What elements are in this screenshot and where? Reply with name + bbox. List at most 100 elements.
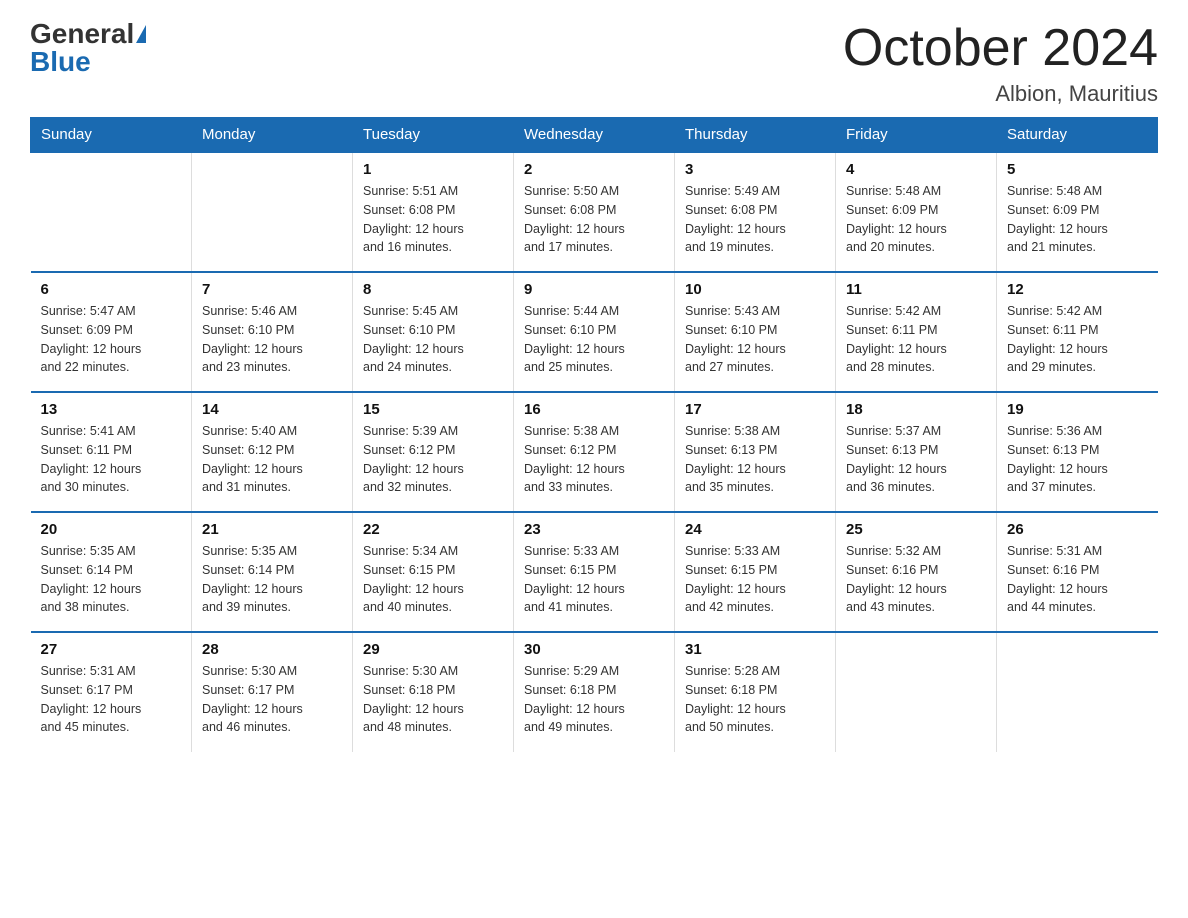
day-info: Sunrise: 5:38 AM Sunset: 6:13 PM Dayligh… [685, 422, 825, 497]
day-info: Sunrise: 5:42 AM Sunset: 6:11 PM Dayligh… [1007, 302, 1148, 377]
day-header-thursday: Thursday [675, 118, 836, 153]
day-info: Sunrise: 5:32 AM Sunset: 6:16 PM Dayligh… [846, 542, 986, 617]
logo-blue: Blue [30, 46, 91, 77]
day-number: 16 [524, 401, 664, 418]
day-info: Sunrise: 5:30 AM Sunset: 6:18 PM Dayligh… [363, 662, 503, 737]
day-info: Sunrise: 5:37 AM Sunset: 6:13 PM Dayligh… [846, 422, 986, 497]
day-cell: 22Sunrise: 5:34 AM Sunset: 6:15 PM Dayli… [353, 512, 514, 632]
day-info: Sunrise: 5:35 AM Sunset: 6:14 PM Dayligh… [202, 542, 342, 617]
day-cell: 15 Sunrise: 5:39 AM Sunset: 6:12 PM Dayli… [353, 392, 514, 512]
calendar-table: SundayMondayTuesdayWednesdayThursdayFrid… [30, 117, 1158, 752]
day-info: Sunrise: 5:51 AM Sunset: 6:08 PM Dayligh… [363, 182, 503, 257]
day-number: 21 [202, 521, 342, 538]
day-number: 8 [363, 281, 503, 298]
day-cell: 3Sunrise: 5:49 AM Sunset: 6:08 PM Daylig… [675, 152, 836, 272]
day-info: Sunrise: 5:43 AM Sunset: 6:10 PM Dayligh… [685, 302, 825, 377]
day-info: Sunrise: 5:35 AM Sunset: 6:14 PM Dayligh… [41, 542, 182, 617]
day-cell: 23 Sunrise: 5:33 AM Sunset: 6:15 PM Dayli… [514, 512, 675, 632]
day-info: Sunrise: 5:34 AM Sunset: 6:15 PM Dayligh… [363, 542, 503, 617]
day-cell: 1 Sunrise: 5:51 AM Sunset: 6:08 PM Daylig… [353, 152, 514, 272]
day-cell: 12 Sunrise: 5:42 AM Sunset: 6:11 PM Dayli… [997, 272, 1158, 392]
day-info: Sunrise: 5:47 AM Sunset: 6:09 PM Dayligh… [41, 302, 182, 377]
day-number: 27 [41, 641, 182, 658]
day-number: 12 [1007, 281, 1148, 298]
day-cell: 26 Sunrise: 5:31 AM Sunset: 6:16 PM Dayli… [997, 512, 1158, 632]
day-number: 1 [363, 161, 503, 178]
day-number: 30 [524, 641, 664, 658]
day-cell: 8 Sunrise: 5:45 AM Sunset: 6:10 PM Daylig… [353, 272, 514, 392]
day-info: Sunrise: 5:40 AM Sunset: 6:12 PM Dayligh… [202, 422, 342, 497]
day-cell: 2Sunrise: 5:50 AM Sunset: 6:08 PM Daylig… [514, 152, 675, 272]
day-number: 23 [524, 521, 664, 538]
day-number: 31 [685, 641, 825, 658]
header: General Blue October 2024 Albion, Maurit… [30, 20, 1158, 107]
day-cell: 19 Sunrise: 5:36 AM Sunset: 6:13 PM Dayli… [997, 392, 1158, 512]
day-info: Sunrise: 5:46 AM Sunset: 6:10 PM Dayligh… [202, 302, 342, 377]
day-info: Sunrise: 5:33 AM Sunset: 6:15 PM Dayligh… [685, 542, 825, 617]
day-number: 24 [685, 521, 825, 538]
location-title: Albion, Mauritius [843, 81, 1158, 107]
day-number: 17 [685, 401, 825, 418]
day-cell: 9 Sunrise: 5:44 AM Sunset: 6:10 PM Daylig… [514, 272, 675, 392]
day-info: Sunrise: 5:44 AM Sunset: 6:10 PM Dayligh… [524, 302, 664, 377]
day-number: 2 [524, 161, 664, 178]
day-info: Sunrise: 5:30 AM Sunset: 6:17 PM Dayligh… [202, 662, 342, 737]
day-number: 18 [846, 401, 986, 418]
day-header-sunday: Sunday [31, 118, 192, 153]
day-cell: 4Sunrise: 5:48 AM Sunset: 6:09 PM Daylig… [836, 152, 997, 272]
day-header-friday: Friday [836, 118, 997, 153]
day-cell: 17 Sunrise: 5:38 AM Sunset: 6:13 PM Dayli… [675, 392, 836, 512]
day-cell [192, 152, 353, 272]
day-cell: 28 Sunrise: 5:30 AM Sunset: 6:17 PM Dayli… [192, 632, 353, 752]
day-cell [31, 152, 192, 272]
day-number: 15 [363, 401, 503, 418]
day-info: Sunrise: 5:33 AM Sunset: 6:15 PM Dayligh… [524, 542, 664, 617]
day-cell: 25 Sunrise: 5:32 AM Sunset: 6:16 PM Dayli… [836, 512, 997, 632]
day-cell: 31Sunrise: 5:28 AM Sunset: 6:18 PM Dayli… [675, 632, 836, 752]
week-row-1: 1 Sunrise: 5:51 AM Sunset: 6:08 PM Daylig… [31, 152, 1158, 272]
day-header-monday: Monday [192, 118, 353, 153]
day-info: Sunrise: 5:45 AM Sunset: 6:10 PM Dayligh… [363, 302, 503, 377]
day-number: 25 [846, 521, 986, 538]
calendar-body: 1 Sunrise: 5:51 AM Sunset: 6:08 PM Daylig… [31, 152, 1158, 752]
day-number: 19 [1007, 401, 1148, 418]
day-header-saturday: Saturday [997, 118, 1158, 153]
logo-general: General [30, 20, 134, 48]
day-cell: 7 Sunrise: 5:46 AM Sunset: 6:10 PM Daylig… [192, 272, 353, 392]
day-number: 4 [846, 161, 986, 178]
day-info: Sunrise: 5:39 AM Sunset: 6:12 PM Dayligh… [363, 422, 503, 497]
day-cell: 5Sunrise: 5:48 AM Sunset: 6:09 PM Daylig… [997, 152, 1158, 272]
day-cell: 10 Sunrise: 5:43 AM Sunset: 6:10 PM Dayli… [675, 272, 836, 392]
day-header-tuesday: Tuesday [353, 118, 514, 153]
week-row-3: 13 Sunrise: 5:41 AM Sunset: 6:11 PM Dayli… [31, 392, 1158, 512]
day-cell: 27 Sunrise: 5:31 AM Sunset: 6:17 PM Dayli… [31, 632, 192, 752]
week-row-5: 27 Sunrise: 5:31 AM Sunset: 6:17 PM Dayli… [31, 632, 1158, 752]
day-cell: 21 Sunrise: 5:35 AM Sunset: 6:14 PM Dayli… [192, 512, 353, 632]
title-area: October 2024 Albion, Mauritius [843, 20, 1158, 107]
day-info: Sunrise: 5:41 AM Sunset: 6:11 PM Dayligh… [41, 422, 182, 497]
day-info: Sunrise: 5:29 AM Sunset: 6:18 PM Dayligh… [524, 662, 664, 737]
day-cell: 11Sunrise: 5:42 AM Sunset: 6:11 PM Dayli… [836, 272, 997, 392]
day-cell: 20Sunrise: 5:35 AM Sunset: 6:14 PM Dayli… [31, 512, 192, 632]
day-info: Sunrise: 5:36 AM Sunset: 6:13 PM Dayligh… [1007, 422, 1148, 497]
day-number: 13 [41, 401, 182, 418]
month-title: October 2024 [843, 20, 1158, 77]
day-info: Sunrise: 5:42 AM Sunset: 6:11 PM Dayligh… [846, 302, 986, 377]
day-number: 6 [41, 281, 182, 298]
day-number: 28 [202, 641, 342, 658]
day-number: 9 [524, 281, 664, 298]
day-number: 7 [202, 281, 342, 298]
week-row-2: 6 Sunrise: 5:47 AM Sunset: 6:09 PM Daylig… [31, 272, 1158, 392]
day-number: 26 [1007, 521, 1148, 538]
day-info: Sunrise: 5:31 AM Sunset: 6:17 PM Dayligh… [41, 662, 182, 737]
day-header-wednesday: Wednesday [514, 118, 675, 153]
day-cell: 29Sunrise: 5:30 AM Sunset: 6:18 PM Dayli… [353, 632, 514, 752]
day-number: 10 [685, 281, 825, 298]
day-cell: 16Sunrise: 5:38 AM Sunset: 6:12 PM Dayli… [514, 392, 675, 512]
day-info: Sunrise: 5:31 AM Sunset: 6:16 PM Dayligh… [1007, 542, 1148, 617]
logo-triangle-icon [136, 25, 146, 43]
day-cell: 18 Sunrise: 5:37 AM Sunset: 6:13 PM Dayli… [836, 392, 997, 512]
day-cell [997, 632, 1158, 752]
day-number: 5 [1007, 161, 1148, 178]
day-number: 14 [202, 401, 342, 418]
